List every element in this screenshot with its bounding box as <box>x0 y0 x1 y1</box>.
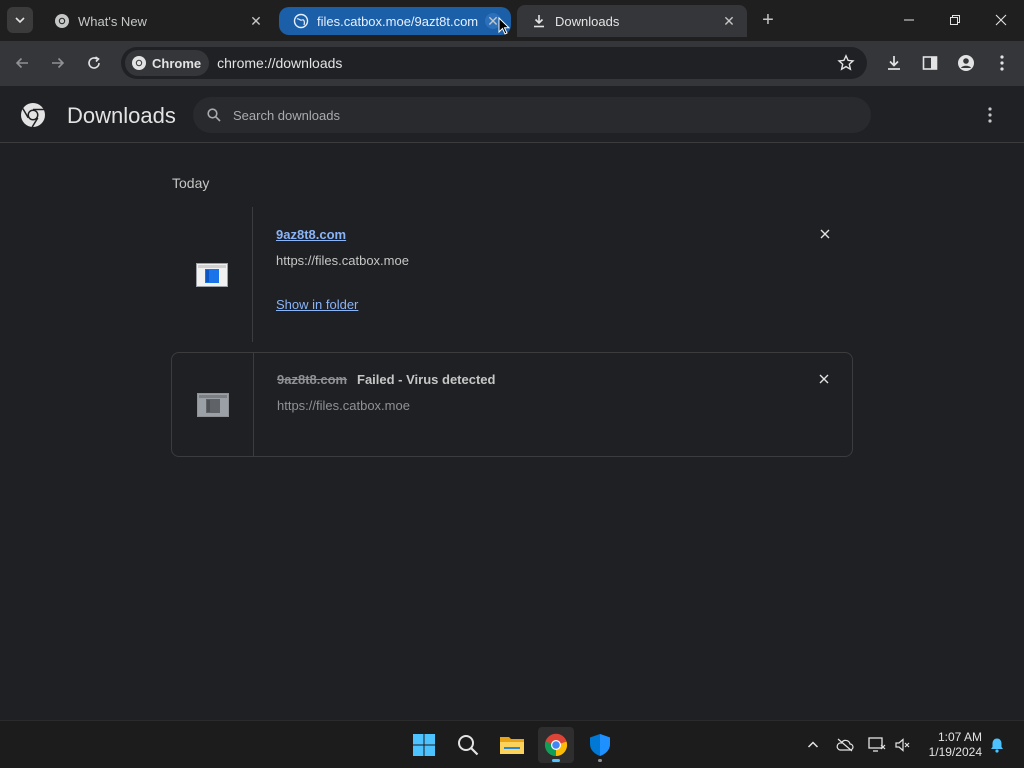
more-vert-icon <box>988 107 992 123</box>
windows-logo-icon <box>413 734 435 756</box>
file-source-url: https://files.catbox.moe <box>276 253 409 268</box>
chrome-taskbar-button[interactable] <box>538 727 574 763</box>
restore-button[interactable] <box>932 0 978 40</box>
site-info-chip[interactable]: Chrome <box>125 50 210 76</box>
windows-taskbar: 1:07 AM 1/19/2024 <box>0 720 1024 768</box>
search-icon <box>458 735 479 756</box>
file-source-url: https://files.catbox.moe <box>277 398 410 413</box>
close-icon <box>819 374 829 384</box>
chrome-icon <box>132 56 146 70</box>
side-panel-icon <box>922 56 938 70</box>
folder-icon <box>500 737 524 754</box>
file-explorer-button[interactable] <box>494 727 530 763</box>
more-vert-icon <box>1000 55 1004 71</box>
close-icon <box>995 14 1007 26</box>
minimize-button[interactable] <box>886 0 932 40</box>
file-window-icon <box>196 392 229 417</box>
download-item-failed: 9az8t8.com Failed - Virus detected https… <box>171 352 853 457</box>
chrome-logo-icon <box>21 103 45 128</box>
running-indicator <box>598 759 602 762</box>
search-input[interactable] <box>233 107 833 123</box>
download-status: Failed - Virus detected <box>357 372 496 387</box>
tab-title: files.catbox.moe/9azt8t.com <box>317 13 479 29</box>
shield-icon <box>590 734 610 756</box>
tab-title: Downloads <box>555 13 620 29</box>
minimize-icon <box>904 19 914 21</box>
forward-button[interactable] <box>46 51 70 75</box>
network-icon[interactable] <box>867 735 887 755</box>
tab-title: What's New <box>78 13 147 29</box>
search-bar[interactable] <box>193 97 871 133</box>
new-tab-button[interactable]: + <box>757 9 779 31</box>
volume-muted-icon[interactable] <box>893 735 913 755</box>
downloads-header: Downloads <box>0 86 1024 143</box>
chip-label: Chrome <box>152 55 202 71</box>
arrow-left-icon <box>15 57 28 69</box>
url-text[interactable]: chrome://downloads <box>217 55 342 71</box>
active-indicator <box>552 759 560 762</box>
chevron-down-icon <box>15 17 25 24</box>
close-tab-icon[interactable]: ✕ <box>721 13 737 29</box>
tab-catbox[interactable]: files.catbox.moe/9azt8t.com ✕ <box>279 7 511 35</box>
tab-strip: What's New ✕ files.catbox.moe/9azt8t.com… <box>0 0 1024 41</box>
downloads-menu-button[interactable] <box>978 103 1002 127</box>
taskbar-search-button[interactable] <box>450 727 486 763</box>
security-app-button[interactable] <box>582 727 618 763</box>
day-label: Today <box>172 175 210 191</box>
tab-search-button[interactable] <box>7 7 33 33</box>
search-icon <box>207 108 221 122</box>
clock-date: 1/19/2024 <box>928 745 982 759</box>
back-button[interactable] <box>10 51 34 75</box>
reload-button[interactable] <box>82 51 106 75</box>
start-button[interactable] <box>406 727 442 763</box>
arrow-right-icon <box>52 57 65 69</box>
bookmark-star-icon[interactable] <box>837 54 855 72</box>
profile-icon <box>958 55 974 71</box>
downloads-list: Today 9az8t8.com https://files.catbox.mo… <box>0 143 1024 720</box>
close-icon <box>820 229 830 239</box>
clock-time: 1:07 AM <box>937 730 982 744</box>
download-icon <box>888 56 900 70</box>
show-in-folder-link[interactable]: Show in folder <box>276 297 358 312</box>
chrome-menu-button[interactable] <box>991 52 1013 74</box>
restore-icon <box>950 15 960 25</box>
download-icon <box>531 13 547 29</box>
tab-downloads[interactable]: Downloads ✕ <box>517 5 747 37</box>
chrome-icon <box>54 13 70 29</box>
file-icon-column <box>172 353 254 456</box>
reload-icon <box>88 56 100 69</box>
show-hidden-icons-button[interactable] <box>803 735 823 755</box>
mouse-cursor-icon <box>498 17 510 35</box>
file-icon-column <box>171 207 253 342</box>
page-title: Downloads <box>67 103 176 128</box>
remove-item-button[interactable] <box>817 226 833 242</box>
remove-item-button[interactable] <box>816 371 832 387</box>
file-window-icon <box>195 262 228 287</box>
browser-toolbar: Chrome chrome://downloads <box>0 41 1024 86</box>
close-window-button[interactable] <box>978 0 1024 40</box>
downloads-button[interactable] <box>883 52 905 74</box>
globe-icon <box>293 13 309 29</box>
file-name-link[interactable]: 9az8t8.com <box>276 227 346 242</box>
download-item: 9az8t8.com https://files.catbox.moe Show… <box>171 207 853 342</box>
close-tab-icon[interactable]: ✕ <box>248 13 264 29</box>
profile-button[interactable] <box>955 52 977 74</box>
address-bar[interactable]: Chrome chrome://downloads <box>121 47 867 79</box>
system-clock[interactable]: 1:07 AM 1/19/2024 <box>918 730 982 760</box>
notifications-bell-icon[interactable] <box>987 735 1007 755</box>
tab-whats-new[interactable]: What's New ✕ <box>40 5 274 37</box>
onedrive-icon[interactable] <box>835 735 855 755</box>
chevron-up-icon <box>807 741 819 748</box>
file-name-failed: 9az8t8.com <box>277 372 348 387</box>
side-panel-button[interactable] <box>919 52 941 74</box>
chrome-color-icon <box>544 733 568 757</box>
